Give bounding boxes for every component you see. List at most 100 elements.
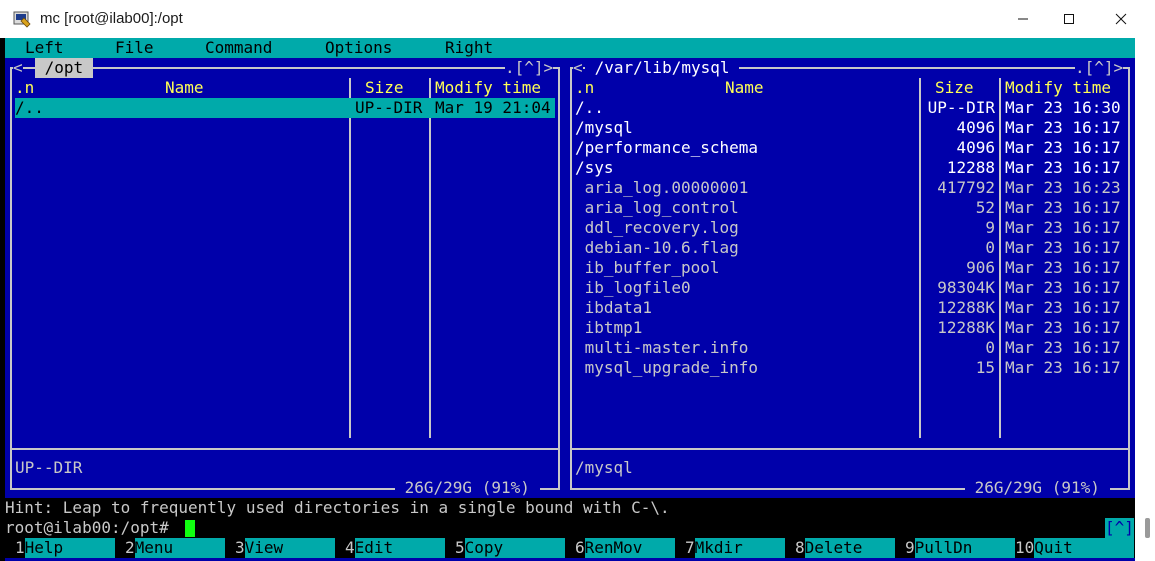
close-icon [1115, 13, 1127, 25]
terminal-scrollbar[interactable] [1135, 38, 1155, 561]
file-modify-time: Mar 23 16:17 [1005, 138, 1121, 157]
key-label: RenMov [584, 538, 675, 558]
file-modify-time: Mar 23 16:17 [1005, 278, 1121, 297]
key-number: 7 [685, 538, 695, 557]
key-f2-menu[interactable]: 2Menu [125, 538, 225, 558]
right-panel-corner-controls[interactable]: .[^]> [1075, 58, 1124, 78]
key-number: 3 [235, 538, 245, 557]
terminal-scrollbar-thumb[interactable] [1145, 518, 1150, 538]
maximize-icon [1064, 14, 1074, 24]
menu-item-left[interactable]: Left [25, 38, 64, 58]
left-panel-column-divider [429, 78, 431, 438]
file-size: 15 [975, 358, 995, 377]
file-name: mysql_upgrade_info [575, 358, 759, 377]
key-f9-pulldn[interactable]: 9PullDn [905, 538, 1015, 558]
file-size: 12288 [946, 158, 995, 177]
file-size: 417792 [937, 178, 995, 197]
window-title: mc [root@ilab00]:/opt [40, 10, 183, 27]
key-number: 6 [575, 538, 585, 557]
shell-prompt: root@ilab00:/opt# [5, 518, 169, 537]
key-number: 2 [125, 538, 135, 557]
key-label: Mkdir [694, 538, 785, 558]
right-panel-path[interactable]: /var/lib/mysql [585, 58, 740, 78]
file-modify-time: Mar 23 16:17 [1005, 238, 1121, 257]
key-f4-edit[interactable]: 4Edit [345, 538, 445, 558]
close-button[interactable] [1098, 0, 1144, 38]
scroll-indicator[interactable]: [^] [1105, 518, 1134, 538]
file-size: 4096 [956, 118, 995, 137]
key-label: Copy [464, 538, 565, 558]
key-f5-copy[interactable]: 5Copy [455, 538, 565, 558]
file-size: 906 [966, 258, 995, 277]
right-header-size[interactable]: Size [935, 78, 974, 98]
key-number: 1 [15, 538, 25, 557]
file-name: ib_logfile0 [575, 278, 691, 297]
file-modify-time: Mar 23 16:17 [1005, 218, 1121, 237]
key-f7-mkdir[interactable]: 7Mkdir [685, 538, 785, 558]
right-header-name[interactable]: Name [725, 78, 764, 98]
file-name: debian-10.6.flag [575, 238, 739, 257]
left-panel-path[interactable]: /opt [35, 58, 93, 78]
left-panel-divider [10, 448, 560, 450]
left-header-sort[interactable]: .n [15, 78, 34, 98]
file-name: aria_log_control [575, 198, 739, 217]
key-number: 9 [905, 538, 915, 557]
midnight-commander-screen: Left File Command Options Right < /opt .… [5, 38, 1135, 561]
key-label: Quit [1034, 538, 1135, 558]
right-panel-column-divider [999, 78, 1001, 438]
key-label: Menu [134, 538, 225, 558]
right-panel-corner-open: < [573, 58, 583, 78]
menu-item-file[interactable]: File [115, 38, 154, 58]
menu-bar: Left File Command Options Right [5, 38, 1135, 58]
file-name: /.. [575, 98, 604, 117]
file-name: ibdata1 [575, 298, 653, 317]
key-f10-quit[interactable]: 10Quit [1015, 538, 1135, 558]
left-header-time[interactable]: Modify time [435, 78, 541, 98]
key-number: 8 [795, 538, 805, 557]
file-modify-time: Mar 23 16:17 [1005, 338, 1121, 357]
file-size: 52 [975, 198, 995, 217]
left-panel-corner-controls[interactable]: .[^]> [505, 58, 554, 78]
file-size: 12288K [937, 298, 995, 317]
right-panel-right-border [1128, 67, 1130, 490]
maximize-button[interactable] [1046, 0, 1092, 38]
left-panel-disk-usage: 26G/29G (91%) [395, 478, 540, 498]
file-modify-time: Mar 23 16:17 [1005, 118, 1121, 137]
hint-line: Hint: Leap to frequently used directorie… [5, 498, 1135, 518]
file-modify-time: Mar 23 16:17 [1005, 258, 1121, 277]
command-line[interactable]: root@ilab00:/opt# [^] [5, 518, 1135, 538]
file-name: /performance_schema [575, 138, 759, 157]
file-modify-time: Mar 23 16:17 [1005, 158, 1121, 177]
left-header-size[interactable]: Size [365, 78, 404, 98]
menu-item-options[interactable]: Options [325, 38, 392, 58]
left-row-size: UP--DIR [355, 98, 423, 117]
key-number: 4 [345, 538, 355, 557]
text-cursor [185, 520, 195, 537]
file-name: aria_log.00000001 [575, 178, 749, 197]
file-size: 12288K [937, 318, 995, 337]
left-row-name: /.. [15, 98, 44, 117]
function-key-bar: 1Help 2Menu 3View 4Edit 5Copy 6RenMov 7M… [5, 538, 1135, 558]
key-f1-help[interactable]: 1Help [15, 538, 115, 558]
file-name: /mysql [575, 118, 633, 137]
key-f6-renmov[interactable]: 6RenMov [575, 538, 675, 558]
key-f3-view[interactable]: 3View [235, 538, 335, 558]
minimize-button[interactable] [1000, 0, 1046, 38]
key-f8-delete[interactable]: 8Delete [795, 538, 895, 558]
key-number: 10 [1015, 538, 1035, 557]
menu-item-right[interactable]: Right [445, 38, 493, 58]
menu-item-command[interactable]: Command [205, 38, 272, 58]
left-header-name[interactable]: Name [165, 78, 204, 98]
right-header-time[interactable]: Modify time [1005, 78, 1111, 98]
terminal-app-icon [13, 11, 31, 28]
key-label: View [244, 538, 335, 558]
file-modify-time: Mar 23 16:17 [1005, 298, 1121, 317]
right-header-sort[interactable]: .n [575, 78, 594, 98]
file-name: ib_buffer_pool [575, 258, 720, 277]
left-panel-column-divider [349, 78, 351, 438]
left-panel-status: UP--DIR [15, 458, 83, 477]
key-number: 5 [455, 538, 465, 557]
file-size: 0 [985, 238, 995, 257]
file-modify-time: Mar 23 16:23 [1005, 178, 1121, 197]
key-label: Delete [804, 538, 895, 558]
